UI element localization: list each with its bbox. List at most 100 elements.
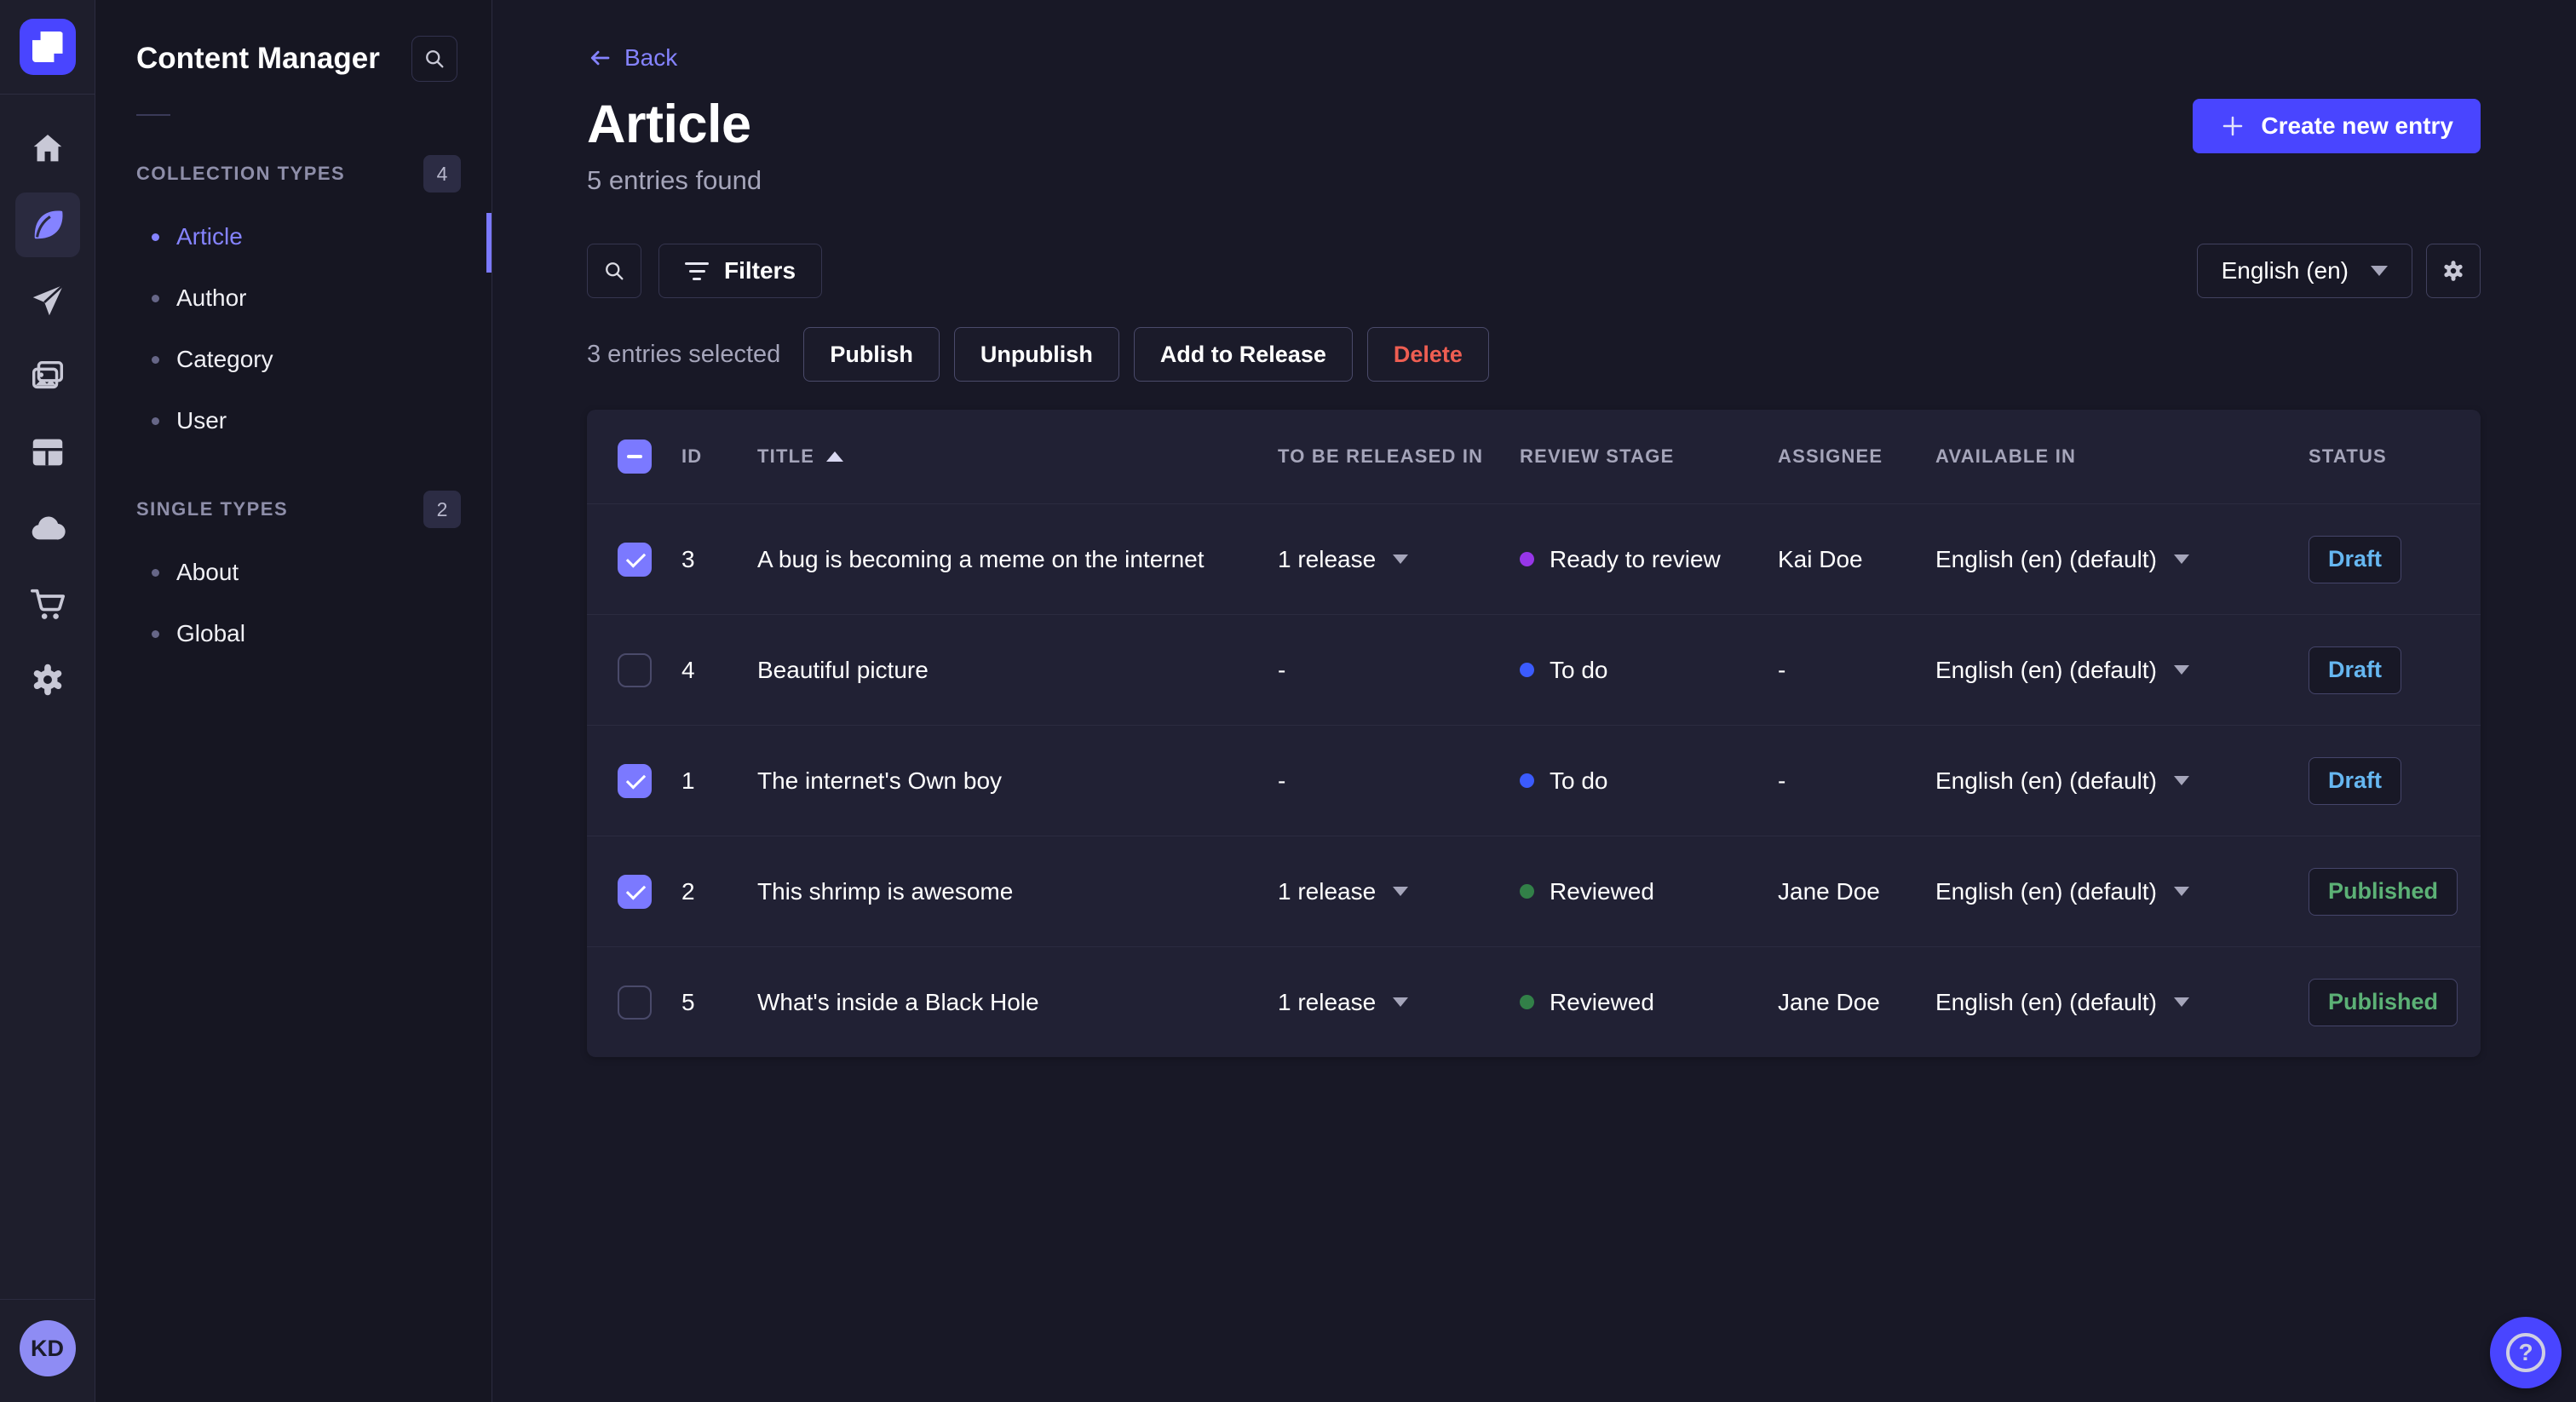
column-header-title[interactable]: TITLE xyxy=(757,445,1278,468)
sidebar-item-label: About xyxy=(176,559,239,585)
table-row[interactable]: 1 The internet's Own boy - To do - Engli… xyxy=(587,725,2481,836)
publish-button[interactable]: Publish xyxy=(803,327,940,382)
media-library-icon[interactable] xyxy=(15,344,80,409)
cell-release[interactable]: 1 release xyxy=(1278,989,1520,1016)
sidebar-item-label: Author xyxy=(176,284,247,311)
back-link[interactable]: Back xyxy=(587,44,677,72)
locale-select[interactable]: English (en) xyxy=(2196,244,2412,298)
column-header-status[interactable]: STATUS xyxy=(2309,445,2481,468)
row-checkbox[interactable] xyxy=(618,763,652,798)
row-checkbox[interactable] xyxy=(618,985,652,1020)
cell-review-stage: To do xyxy=(1520,657,1778,684)
chevron-down-icon xyxy=(1393,887,1409,896)
column-header-available[interactable]: AVAILABLE IN xyxy=(1935,445,2309,468)
delete-button[interactable]: Delete xyxy=(1366,327,1489,382)
bullet-icon xyxy=(152,233,159,241)
table-search-button[interactable] xyxy=(587,244,641,298)
strapi-logo-glyph xyxy=(32,32,63,62)
sidebar-item-article[interactable]: Article xyxy=(95,206,492,267)
cell-release: - xyxy=(1278,767,1286,794)
single-types-count-badge: 2 xyxy=(423,491,461,528)
bullet-icon xyxy=(152,629,159,638)
cell-id: 3 xyxy=(681,545,695,572)
sidebar-item-author[interactable]: Author xyxy=(95,267,492,329)
select-all-checkbox[interactable] xyxy=(618,440,652,474)
cell-title: A bug is becoming a meme on the internet xyxy=(757,545,1205,572)
subnav-divider xyxy=(136,114,170,116)
cell-release: - xyxy=(1278,656,1286,683)
filters-button[interactable]: Filters xyxy=(658,244,823,298)
row-checkbox[interactable] xyxy=(618,874,652,909)
search-icon xyxy=(426,50,444,68)
unpublish-button[interactable]: Unpublish xyxy=(953,327,1119,382)
cell-available-in[interactable]: English (en) (default) xyxy=(1935,767,2309,795)
cell-release[interactable]: 1 release xyxy=(1278,878,1520,905)
sidebar-item-global[interactable]: Global xyxy=(95,603,492,664)
row-checkbox[interactable] xyxy=(618,652,652,687)
rail-nav xyxy=(14,117,80,712)
gear-icon xyxy=(2444,261,2463,281)
cell-review-stage: To do xyxy=(1520,767,1778,795)
help-button[interactable]: ? xyxy=(2490,1317,2562,1388)
cell-id: 1 xyxy=(681,767,695,794)
table-row[interactable]: 3 A bug is becoming a meme on the intern… xyxy=(587,503,2481,614)
sidebar-item-about[interactable]: About xyxy=(95,542,492,603)
chevron-down-icon xyxy=(2371,266,2388,276)
strapi-logo[interactable] xyxy=(19,19,76,75)
sort-ascending-icon xyxy=(826,451,844,462)
settings-gear-icon[interactable] xyxy=(15,647,80,712)
search-icon xyxy=(606,262,624,280)
status-badge: Draft xyxy=(2309,535,2402,583)
create-button-label: Create new entry xyxy=(2261,112,2453,139)
collection-types-section: COLLECTION TYPES 4 Article Author Catego… xyxy=(95,155,492,451)
column-header-id[interactable]: ID xyxy=(681,445,757,468)
rail-bottom-divider xyxy=(0,1299,95,1300)
cell-review-stage: Ready to review xyxy=(1520,546,1778,573)
view-settings-button[interactable] xyxy=(2426,244,2481,298)
list-toolbar: Filters English (en) xyxy=(587,244,2481,298)
create-new-entry-button[interactable]: Create new entry xyxy=(2193,99,2481,153)
table-row[interactable]: 5 What's inside a Black Hole 1 release R… xyxy=(587,946,2481,1057)
cell-release[interactable]: 1 release xyxy=(1278,546,1520,573)
cell-assignee: - xyxy=(1778,656,1786,683)
collection-types-label: COLLECTION TYPES xyxy=(136,163,346,184)
marketplace-cart-icon[interactable] xyxy=(15,572,80,636)
cell-available-in[interactable]: English (en) (default) xyxy=(1935,878,2309,905)
selected-count-text: 3 entries selected xyxy=(587,340,781,368)
table-row[interactable]: 2 This shrimp is awesome 1 release Revie… xyxy=(587,836,2481,946)
rail-divider xyxy=(0,94,95,95)
table-row[interactable]: 4 Beautiful picture - To do - English (e… xyxy=(587,614,2481,725)
cell-available-in[interactable]: English (en) (default) xyxy=(1935,546,2309,573)
cell-assignee: - xyxy=(1778,767,1786,794)
chevron-down-icon xyxy=(1393,997,1409,1007)
subnav-title: Content Manager xyxy=(136,42,380,75)
cell-id: 5 xyxy=(681,988,695,1015)
row-checkbox[interactable] xyxy=(618,542,652,577)
chevron-down-icon xyxy=(2173,997,2189,1007)
column-header-assignee[interactable]: ASSIGNEE xyxy=(1778,445,1935,468)
status-badge: Published xyxy=(2309,978,2458,1026)
content-manager-feather-icon[interactable] xyxy=(14,192,80,257)
sidebar-item-category[interactable]: Category xyxy=(95,329,492,390)
user-avatar[interactable]: KD xyxy=(19,1320,76,1376)
status-badge: Draft xyxy=(2309,646,2402,694)
stage-dot-icon xyxy=(1520,995,1534,1009)
deploy-cloud-icon[interactable] xyxy=(15,496,80,560)
cell-assignee: Jane Doe xyxy=(1778,988,1880,1015)
home-icon[interactable] xyxy=(15,117,80,181)
add-to-release-button[interactable]: Add to Release xyxy=(1133,327,1353,382)
content-type-builder-icon[interactable] xyxy=(15,420,80,485)
cell-title: The internet's Own boy xyxy=(757,767,1003,794)
column-header-release[interactable]: TO BE RELEASED IN xyxy=(1278,445,1520,468)
sidebar-item-label: Global xyxy=(176,620,245,646)
cell-title: What's inside a Black Hole xyxy=(757,988,1039,1015)
chevron-down-icon xyxy=(2173,554,2189,564)
cell-available-in[interactable]: English (en) (default) xyxy=(1935,657,2309,684)
column-header-stage[interactable]: REVIEW STAGE xyxy=(1520,445,1778,468)
subnav-search-button[interactable] xyxy=(411,36,457,82)
entries-count: 5 entries found xyxy=(587,165,762,195)
status-badge: Published xyxy=(2309,867,2458,916)
sidebar-item-user[interactable]: User xyxy=(95,390,492,451)
cell-available-in[interactable]: English (en) (default) xyxy=(1935,989,2309,1016)
release-send-icon[interactable] xyxy=(15,268,80,333)
